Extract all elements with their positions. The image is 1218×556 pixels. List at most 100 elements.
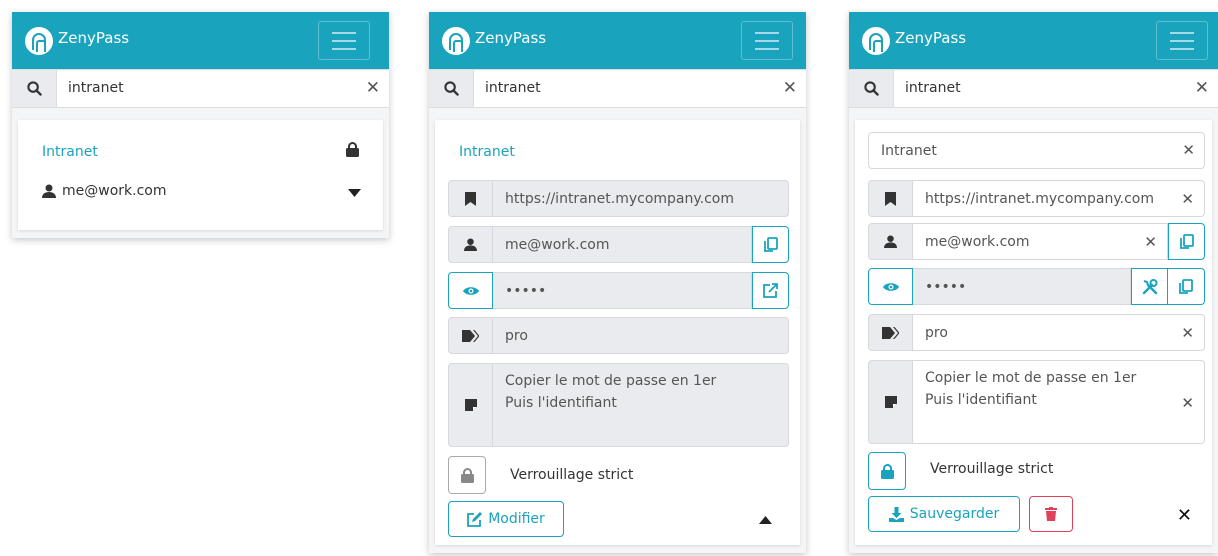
password-value: •••••: [493, 272, 752, 309]
search-bar: intranet ✕: [12, 69, 389, 108]
app-name: ZenyPass: [895, 29, 967, 47]
panel-entry-edit: ZenyPass intranet ✕ Intranet ✕ https://i…: [849, 12, 1218, 553]
strict-lock-label: Verrouillage strict: [930, 461, 1054, 477]
clear-tag-icon[interactable]: ✕: [1181, 324, 1194, 342]
note-field: Copier le mot de passe en 1er Puis l'ide…: [868, 360, 1205, 444]
login-field: me@work.com ✕: [868, 223, 1205, 260]
close-edit-icon[interactable]: ✕: [1177, 505, 1192, 526]
lock-icon: [346, 142, 359, 157]
note-value: Copier le mot de passe en 1er Puis l'ide…: [493, 363, 789, 447]
url-field: https://intranet.mycompany.com ✕: [868, 180, 1205, 217]
tag-value: pro: [925, 325, 948, 341]
menu-button[interactable]: [318, 21, 370, 60]
download-icon: [888, 506, 904, 522]
app-name: ZenyPass: [475, 29, 547, 47]
note-field: Copier le mot de passe en 1er Puis l'ide…: [448, 363, 789, 447]
title-input[interactable]: Intranet: [868, 132, 1205, 169]
edit-icon: [467, 511, 483, 527]
panel-entry-view: ZenyPass intranet ✕ Intranet https://int…: [429, 12, 806, 553]
password-input[interactable]: •••••: [913, 268, 1131, 305]
strict-lock-toggle[interactable]: [448, 456, 486, 494]
copy-icon: [1179, 278, 1193, 294]
caret-down-icon[interactable]: [348, 189, 361, 197]
edit-button-label: Modifier: [488, 511, 545, 527]
login-value: me@work.com: [925, 234, 1030, 250]
tag-input[interactable]: pro ✕: [913, 314, 1205, 351]
note-line-2: Puis l'identifiant: [925, 392, 1037, 408]
trash-icon: [1045, 507, 1057, 521]
entry-title[interactable]: Intranet: [42, 144, 98, 160]
login-input[interactable]: me@work.com ✕: [913, 223, 1168, 260]
copy-login-button[interactable]: [752, 226, 789, 263]
note-icon: [868, 360, 913, 444]
search-icon: [12, 70, 57, 107]
login-value: me@work.com: [493, 226, 752, 263]
copy-icon: [1179, 233, 1194, 249]
external-edit-icon: [763, 283, 778, 298]
entry-card[interactable]: Intranet me@work.com: [18, 120, 383, 230]
strict-lock-toggle[interactable]: [868, 452, 906, 490]
search-bar: intranet ✕: [429, 69, 806, 108]
user-icon: [448, 226, 493, 263]
note-icon: [448, 363, 493, 447]
tag-field: pro ✕: [868, 314, 1205, 351]
tags-icon: [448, 317, 493, 354]
logo-icon: [442, 27, 470, 55]
copy-icon: [763, 236, 778, 252]
caret-up-icon[interactable]: [759, 516, 772, 524]
logo-icon: [862, 27, 890, 55]
url-value: https://intranet.mycompany.com: [925, 191, 1154, 207]
bookmark-icon: [868, 180, 913, 217]
search-input[interactable]: intranet: [485, 80, 541, 96]
note-line-2: Puis l'identifiant: [505, 395, 617, 411]
login-field: me@work.com: [448, 226, 789, 263]
strict-lock-label: Verrouillage strict: [510, 467, 634, 483]
copy-login-button[interactable]: [1168, 223, 1205, 260]
clear-url-icon[interactable]: ✕: [1181, 190, 1194, 208]
panel-search-result: ZenyPass intranet ✕ Intranet me@work.com: [12, 12, 389, 238]
clear-note-icon[interactable]: ✕: [1181, 392, 1194, 414]
clear-search-icon[interactable]: ✕: [1195, 78, 1209, 98]
clear-title-icon[interactable]: ✕: [1182, 141, 1195, 159]
save-button[interactable]: Sauvegarder: [868, 496, 1020, 532]
search-input[interactable]: intranet: [905, 80, 961, 96]
generate-password-button[interactable]: [1131, 268, 1168, 305]
search-icon: [429, 70, 474, 107]
url-field: https://intranet.mycompany.com: [448, 180, 789, 217]
clear-search-icon[interactable]: ✕: [366, 78, 380, 98]
search-bar: intranet ✕: [849, 69, 1218, 108]
eye-icon: [882, 282, 899, 291]
eye-icon: [462, 286, 479, 295]
user-icon: [42, 184, 56, 198]
bookmark-icon: [448, 180, 493, 217]
logo-icon: [25, 27, 53, 55]
search-input[interactable]: intranet: [68, 80, 124, 96]
user-icon: [868, 223, 913, 260]
lock-icon: [460, 467, 474, 483]
delete-button[interactable]: [1029, 496, 1073, 532]
entry-edit-card: Intranet ✕ https://intranet.mycompany.co…: [855, 120, 1212, 545]
url-input[interactable]: https://intranet.mycompany.com ✕: [913, 180, 1205, 217]
menu-button[interactable]: [1156, 21, 1208, 60]
top-bar: ZenyPass: [429, 12, 806, 69]
edit-button[interactable]: Modifier: [448, 501, 564, 537]
note-input[interactable]: Copier le mot de passe en 1er Puis l'ide…: [913, 360, 1205, 444]
show-password-button[interactable]: [868, 268, 913, 305]
copy-password-button[interactable]: [1168, 268, 1205, 305]
clear-login-icon[interactable]: ✕: [1144, 233, 1157, 251]
entry-user: me@work.com: [62, 183, 167, 199]
save-button-label: Sauvegarder: [909, 506, 1000, 522]
url-value: https://intranet.mycompany.com: [493, 180, 789, 217]
show-password-button[interactable]: [448, 272, 493, 309]
entry-title[interactable]: Intranet: [459, 144, 515, 160]
tags-icon: [868, 314, 913, 351]
app-name: ZenyPass: [58, 29, 130, 47]
note-line-1: Copier le mot de passe en 1er: [925, 370, 1137, 386]
password-field: •••••: [868, 268, 1205, 305]
search-icon: [849, 70, 894, 107]
open-url-button[interactable]: [752, 272, 789, 309]
menu-button[interactable]: [741, 21, 793, 60]
entry-card: Intranet https://intranet.mycompany.com …: [435, 120, 800, 545]
clear-search-icon[interactable]: ✕: [783, 78, 797, 98]
lock-icon: [880, 463, 894, 479]
